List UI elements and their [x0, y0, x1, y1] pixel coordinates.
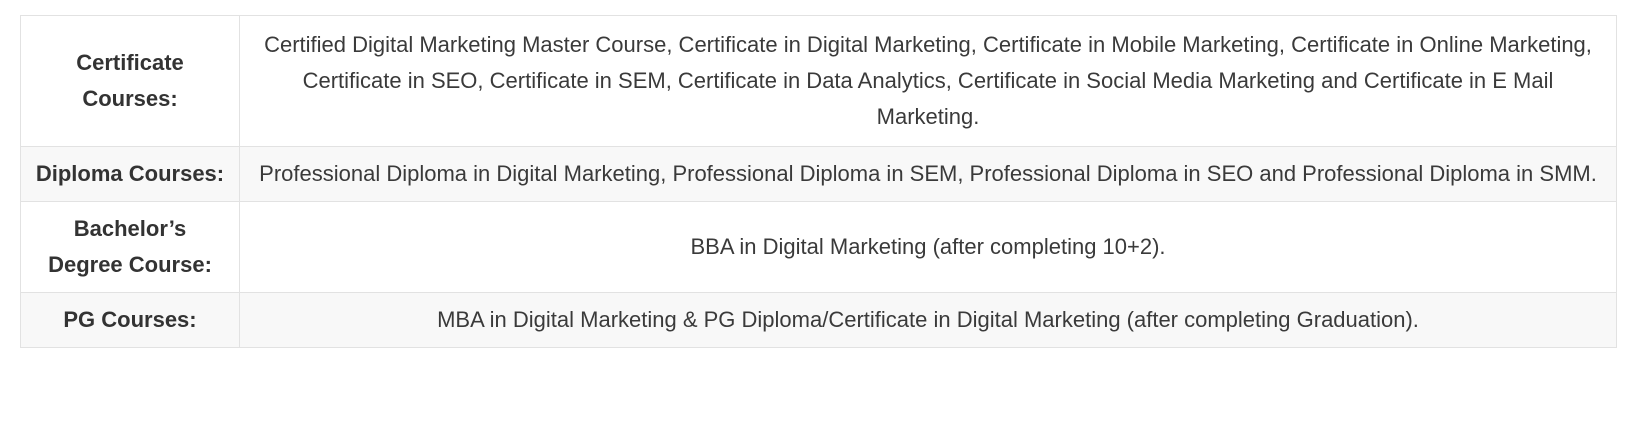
- row-value-pg: MBA in Digital Marketing & PG Diploma/Ce…: [239, 292, 1617, 348]
- table-row-bachelors: Bachelor’s Degree Course: BBA in Digital…: [20, 201, 1617, 293]
- row-label-diploma: Diploma Courses:: [20, 146, 240, 202]
- row-label-pg: PG Courses:: [20, 292, 240, 348]
- table-row-certificate: Certificate Courses: Certified Digital M…: [20, 15, 1617, 147]
- row-value-diploma: Professional Diploma in Digital Marketin…: [239, 146, 1617, 202]
- courses-table: Certificate Courses: Certified Digital M…: [20, 15, 1617, 348]
- row-value-certificate: Certified Digital Marketing Master Cours…: [239, 15, 1617, 147]
- courses-table-container: Certificate Courses: Certified Digital M…: [20, 15, 1617, 348]
- row-label-certificate: Certificate Courses:: [20, 15, 240, 147]
- table-row-diploma: Diploma Courses: Professional Diploma in…: [20, 146, 1617, 202]
- table-row-pg: PG Courses: MBA in Digital Marketing & P…: [20, 292, 1617, 348]
- row-label-bachelors: Bachelor’s Degree Course:: [20, 201, 240, 293]
- row-value-bachelors: BBA in Digital Marketing (after completi…: [239, 201, 1617, 293]
